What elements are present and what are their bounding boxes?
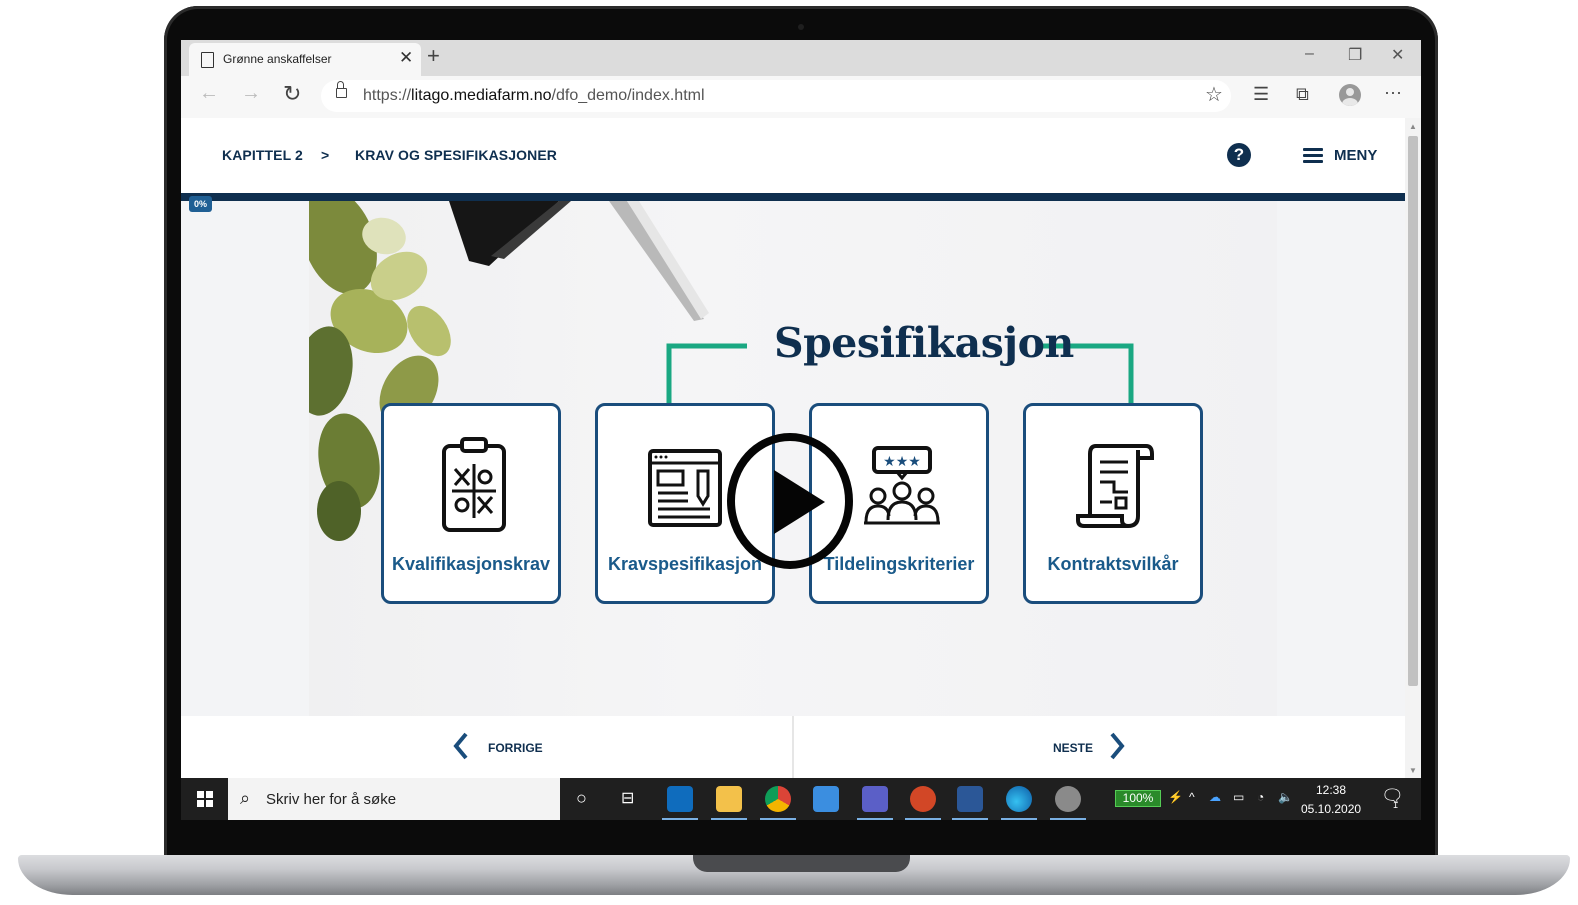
snip-icon[interactable] bbox=[1055, 786, 1081, 812]
taskbar-clock[interactable]: 12:38 05.10.2020 bbox=[1301, 781, 1361, 819]
video-player[interactable]: Spesifikasjon Kvalifikasjonskrav Kravspe… bbox=[309, 201, 1277, 716]
next-button[interactable]: NESTE bbox=[794, 716, 1405, 778]
chevron-right-icon bbox=[1110, 732, 1125, 760]
chevron-left-icon bbox=[453, 732, 468, 760]
address-bar[interactable]: https://litago.mediafarm.no/dfo_demo/ind… bbox=[321, 80, 1231, 112]
battery-icon[interactable]: ▭ bbox=[1233, 790, 1244, 804]
document-pen-icon bbox=[648, 449, 722, 527]
new-tab-button[interactable]: + bbox=[427, 43, 440, 69]
rating-people-icon: ★★★ bbox=[864, 446, 940, 525]
chrome-icon[interactable] bbox=[765, 786, 791, 812]
play-icon[interactable] bbox=[727, 432, 853, 570]
profile-icon[interactable] bbox=[1339, 84, 1361, 106]
wifi-icon[interactable]: ◔ bbox=[1257, 790, 1264, 804]
breadcrumb-chapter[interactable]: KAPITTEL 2 bbox=[222, 147, 303, 163]
card-label: Kvalifikasjonskrav bbox=[391, 554, 551, 574]
clock-date: 05.10.2020 bbox=[1301, 802, 1362, 816]
breadcrumb-section: KRAV OG SPESIFIKASJONER bbox=[355, 147, 557, 163]
favorites-list-icon[interactable]: ☰ bbox=[1253, 84, 1269, 105]
page-scrollbar[interactable]: ▲ ▼ bbox=[1405, 118, 1421, 778]
page-icon bbox=[201, 52, 214, 68]
card-label: Kontraktsvilkår bbox=[1047, 554, 1179, 574]
volume-icon[interactable]: 🔈 bbox=[1278, 790, 1293, 804]
refresh-icon[interactable]: ↻ bbox=[283, 81, 301, 107]
tab-title: Grønne anskaffelser bbox=[223, 52, 332, 66]
close-tab-icon[interactable]: ✕ bbox=[399, 48, 413, 68]
clock-time: 12:38 bbox=[1315, 783, 1347, 797]
breadcrumb-separator: > bbox=[321, 147, 330, 163]
tic-tac-toe-clipboard-icon bbox=[442, 437, 506, 532]
windows-start-icon[interactable] bbox=[197, 791, 213, 807]
card-kontraktsvilkar: Kontraktsvilkår bbox=[1023, 403, 1203, 604]
browser-tab-bar: Grønne anskaffelser ✕ + – ❐ ✕ bbox=[181, 40, 1421, 76]
video-title: Spesifikasjon bbox=[774, 319, 1074, 367]
teams-icon[interactable] bbox=[862, 786, 888, 812]
card-kvalifikasjonskrav: Kvalifikasjonskrav bbox=[381, 403, 561, 604]
next-label: NESTE bbox=[1053, 741, 1094, 755]
cortana-icon[interactable]: ○ bbox=[576, 788, 587, 809]
collections-icon[interactable]: ⧉ bbox=[1296, 84, 1309, 105]
prev-button[interactable]: FORRIGE bbox=[181, 716, 792, 778]
browser-toolbar: ← → ↻ https://litago.mediafarm.no/dfo_de… bbox=[181, 76, 1421, 119]
back-icon[interactable]: ← bbox=[199, 82, 219, 105]
page-navigation: FORRIGE NESTE bbox=[181, 716, 1405, 778]
lock-icon bbox=[336, 81, 347, 98]
search-icon: ⌕ bbox=[240, 788, 251, 808]
favorite-star-icon[interactable]: ☆ bbox=[1205, 82, 1223, 107]
battery-indicator[interactable]: 100% bbox=[1115, 790, 1161, 807]
edge-icon[interactable] bbox=[1006, 786, 1032, 812]
search-placeholder: Skriv her for å søke bbox=[266, 791, 397, 808]
url-text[interactable]: https://litago.mediafarm.no/dfo_demo/ind… bbox=[363, 87, 705, 105]
onedrive-icon[interactable]: ☁ bbox=[1209, 790, 1221, 804]
scroll-contract-icon bbox=[1076, 444, 1154, 528]
task-view-icon[interactable]: ⊟ bbox=[621, 788, 634, 808]
progress-bar bbox=[181, 193, 1405, 201]
word-icon[interactable] bbox=[957, 786, 983, 812]
menu-button[interactable]: MENY bbox=[1334, 147, 1377, 164]
powerpoint-icon[interactable] bbox=[910, 786, 936, 812]
chevron-up-icon[interactable]: ^ bbox=[1189, 790, 1195, 804]
power-plug-icon: ⚡ bbox=[1168, 790, 1183, 804]
notification-count: 1 bbox=[1393, 800, 1399, 810]
windows-taskbar: ⌕ Skriv her for å søke ○ ⊟ 100% ⚡ ^ ☁ ▭ … bbox=[181, 778, 1421, 820]
forward-icon[interactable]: → bbox=[241, 82, 261, 105]
minimize-button[interactable]: – bbox=[1305, 45, 1314, 63]
hamburger-icon[interactable] bbox=[1303, 148, 1323, 164]
file-explorer-icon[interactable] bbox=[716, 786, 742, 812]
more-icon[interactable]: ··· bbox=[1384, 82, 1402, 103]
scroll-up-icon[interactable]: ▲ bbox=[1409, 122, 1417, 131]
store-icon[interactable] bbox=[813, 786, 839, 812]
laptop-notch bbox=[693, 855, 910, 872]
laptop-screen: Grønne anskaffelser ✕ + – ❐ ✕ ← → ↻ http… bbox=[181, 40, 1421, 820]
scroll-down-icon[interactable]: ▼ bbox=[1409, 766, 1417, 775]
browser-tab[interactable]: Grønne anskaffelser ✕ bbox=[189, 43, 421, 76]
outlook-icon[interactable] bbox=[667, 786, 693, 812]
progress-badge: 0% bbox=[189, 196, 213, 212]
svg-text:★★★: ★★★ bbox=[883, 454, 921, 470]
restore-button[interactable]: ❐ bbox=[1348, 45, 1362, 65]
taskbar-search[interactable]: ⌕ Skriv her for å søke bbox=[228, 778, 560, 820]
prev-label: FORRIGE bbox=[488, 741, 543, 755]
close-window-button[interactable]: ✕ bbox=[1391, 45, 1404, 65]
course-page: KAPITTEL 2 > KRAV OG SPESIFIKASJONER ? M… bbox=[181, 118, 1405, 778]
scroll-thumb[interactable] bbox=[1408, 136, 1418, 686]
help-button[interactable]: ? bbox=[1227, 143, 1251, 167]
page-header: KAPITTEL 2 > KRAV OG SPESIFIKASJONER ? M… bbox=[181, 118, 1405, 193]
webcam bbox=[798, 24, 804, 30]
